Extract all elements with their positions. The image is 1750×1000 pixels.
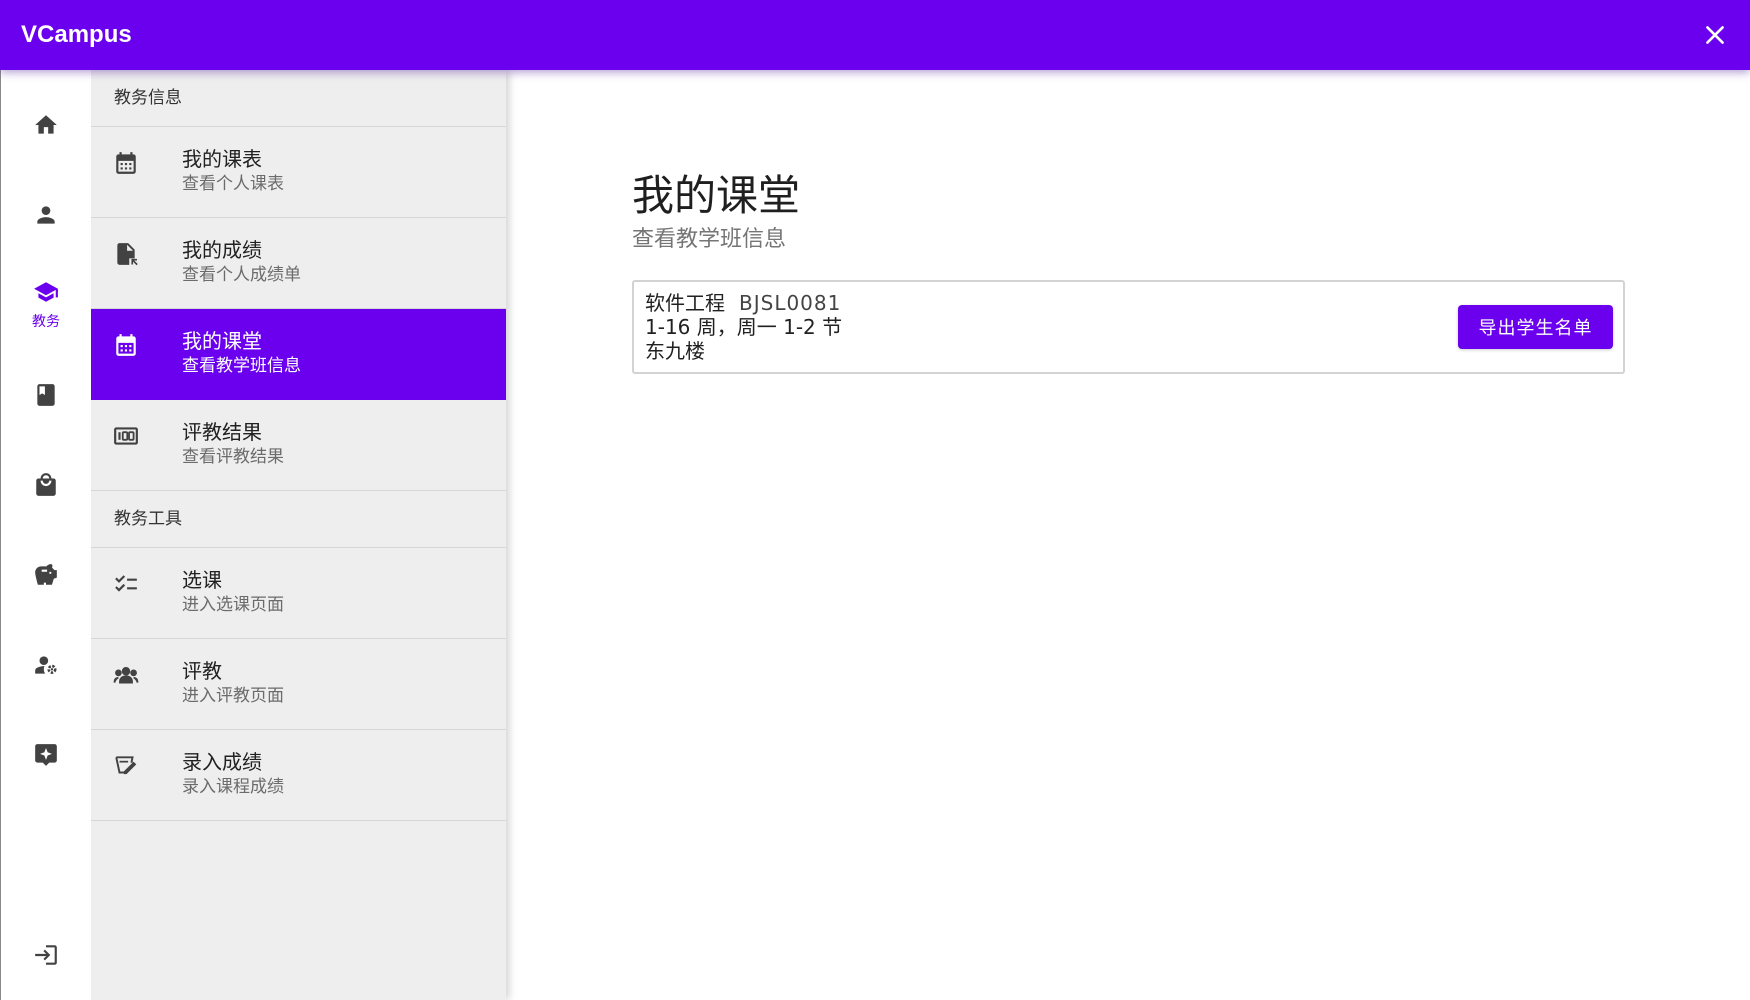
course-name: 软件工程 — [645, 291, 725, 315]
home-icon — [35, 115, 57, 134]
class-title-line: 软件工程 BJSL0081 — [645, 291, 842, 315]
class-info: 软件工程 BJSL0081 1-16 周，周一 1-2 节 东九楼 — [645, 291, 842, 363]
close-button[interactable] — [1702, 22, 1728, 48]
page-subtitle: 查看教学班信息 — [632, 227, 787, 252]
score-100-icon — [113, 423, 139, 449]
sidebar-item-course-selection[interactable]: 选课 进入选课页面 — [91, 548, 506, 639]
rail-item-shop[interactable] — [1, 440, 91, 530]
checklist-icon — [113, 571, 139, 597]
sidebar-item-title: 我的成绩 — [182, 238, 262, 262]
person-icon — [37, 206, 55, 224]
rail-item-profile[interactable] — [1, 170, 91, 260]
sidebar-item-evaluation-results[interactable]: 评教结果 查看评教结果 — [91, 400, 506, 491]
rail-item-admin[interactable] — [1, 620, 91, 710]
class-location: 东九楼 — [645, 339, 705, 363]
sidebar-item-subtitle: 进入评教页面 — [182, 686, 284, 706]
rail-item-feedback[interactable] — [1, 710, 91, 800]
academic-sidebar: 教务信息 我的课表 查看个人课表 我的成绩 查看个人成绩单 我的课堂 查看教学班… — [91, 70, 506, 1000]
groups-icon — [113, 662, 139, 688]
sidebar-item-title: 我的课表 — [182, 147, 262, 171]
sidebar-item-title: 选课 — [182, 568, 222, 592]
app-title: VCampus — [21, 21, 132, 48]
reviews-icon — [35, 744, 57, 766]
file-open-icon — [113, 241, 139, 267]
exit-icon — [35, 945, 57, 965]
sidebar-item-subtitle: 查看评教结果 — [182, 447, 284, 467]
edit-grades-icon — [113, 753, 139, 779]
page-title: 我的课堂 — [632, 171, 801, 220]
section-header-tools: 教务工具 — [91, 491, 506, 548]
sidebar-item-subtitle: 查看个人课表 — [182, 174, 284, 194]
rail-item-library[interactable] — [1, 350, 91, 440]
sidebar-item-my-grades[interactable]: 我的成绩 查看个人成绩单 — [91, 218, 506, 309]
sidebar-item-title: 录入成绩 — [182, 750, 262, 774]
export-student-list-button[interactable]: 导出学生名单 — [1458, 305, 1613, 349]
sidebar-item-my-schedule[interactable]: 我的课表 查看个人课表 — [91, 127, 506, 218]
rail-exit-button[interactable] — [1, 910, 91, 1000]
module-rail: 教务 — [0, 70, 91, 1000]
rail-item-home[interactable] — [1, 80, 91, 170]
class-card: 软件工程 BJSL0081 1-16 周，周一 1-2 节 东九楼 导出学生名单 — [632, 280, 1625, 374]
sidebar-item-my-classes[interactable]: 我的课堂 查看教学班信息 — [91, 309, 506, 400]
sidebar-item-subtitle: 录入课程成绩 — [182, 777, 284, 797]
close-icon — [1706, 26, 1724, 44]
rail-item-finance[interactable] — [1, 530, 91, 620]
main-content: 我的课堂 查看教学班信息 软件工程 BJSL0081 1-16 周，周一 1-2 … — [632, 170, 1625, 374]
piggy-bank-icon — [35, 564, 57, 585]
sidebar-item-subtitle: 查看教学班信息 — [182, 356, 301, 376]
course-code: BJSL0081 — [739, 291, 842, 315]
sidebar-item-subtitle: 进入选课页面 — [182, 595, 284, 615]
calendar-icon — [113, 332, 139, 358]
sidebar-item-subtitle: 查看个人成绩单 — [182, 265, 301, 285]
rail-item-academic[interactable]: 教务 — [1, 260, 91, 350]
calendar-icon — [113, 150, 139, 176]
sidebar-item-title: 我的课堂 — [182, 329, 262, 353]
sidebar-item-title: 评教 — [182, 659, 222, 683]
class-schedule: 1-16 周，周一 1-2 节 — [645, 315, 843, 339]
sidebar-item-enter-grades[interactable]: 录入成绩 录入课程成绩 — [91, 730, 506, 821]
shopping-bag-icon — [36, 473, 56, 496]
rail-label-academic: 教务 — [32, 314, 60, 330]
manage-accounts-icon — [35, 656, 57, 674]
book-icon — [37, 384, 55, 406]
section-header-info: 教务信息 — [91, 70, 506, 127]
sidebar-item-title: 评教结果 — [182, 420, 262, 444]
sidebar-item-evaluation[interactable]: 评教 进入评教页面 — [91, 639, 506, 730]
school-icon — [34, 282, 58, 302]
title-bar: VCampus — [0, 0, 1750, 70]
